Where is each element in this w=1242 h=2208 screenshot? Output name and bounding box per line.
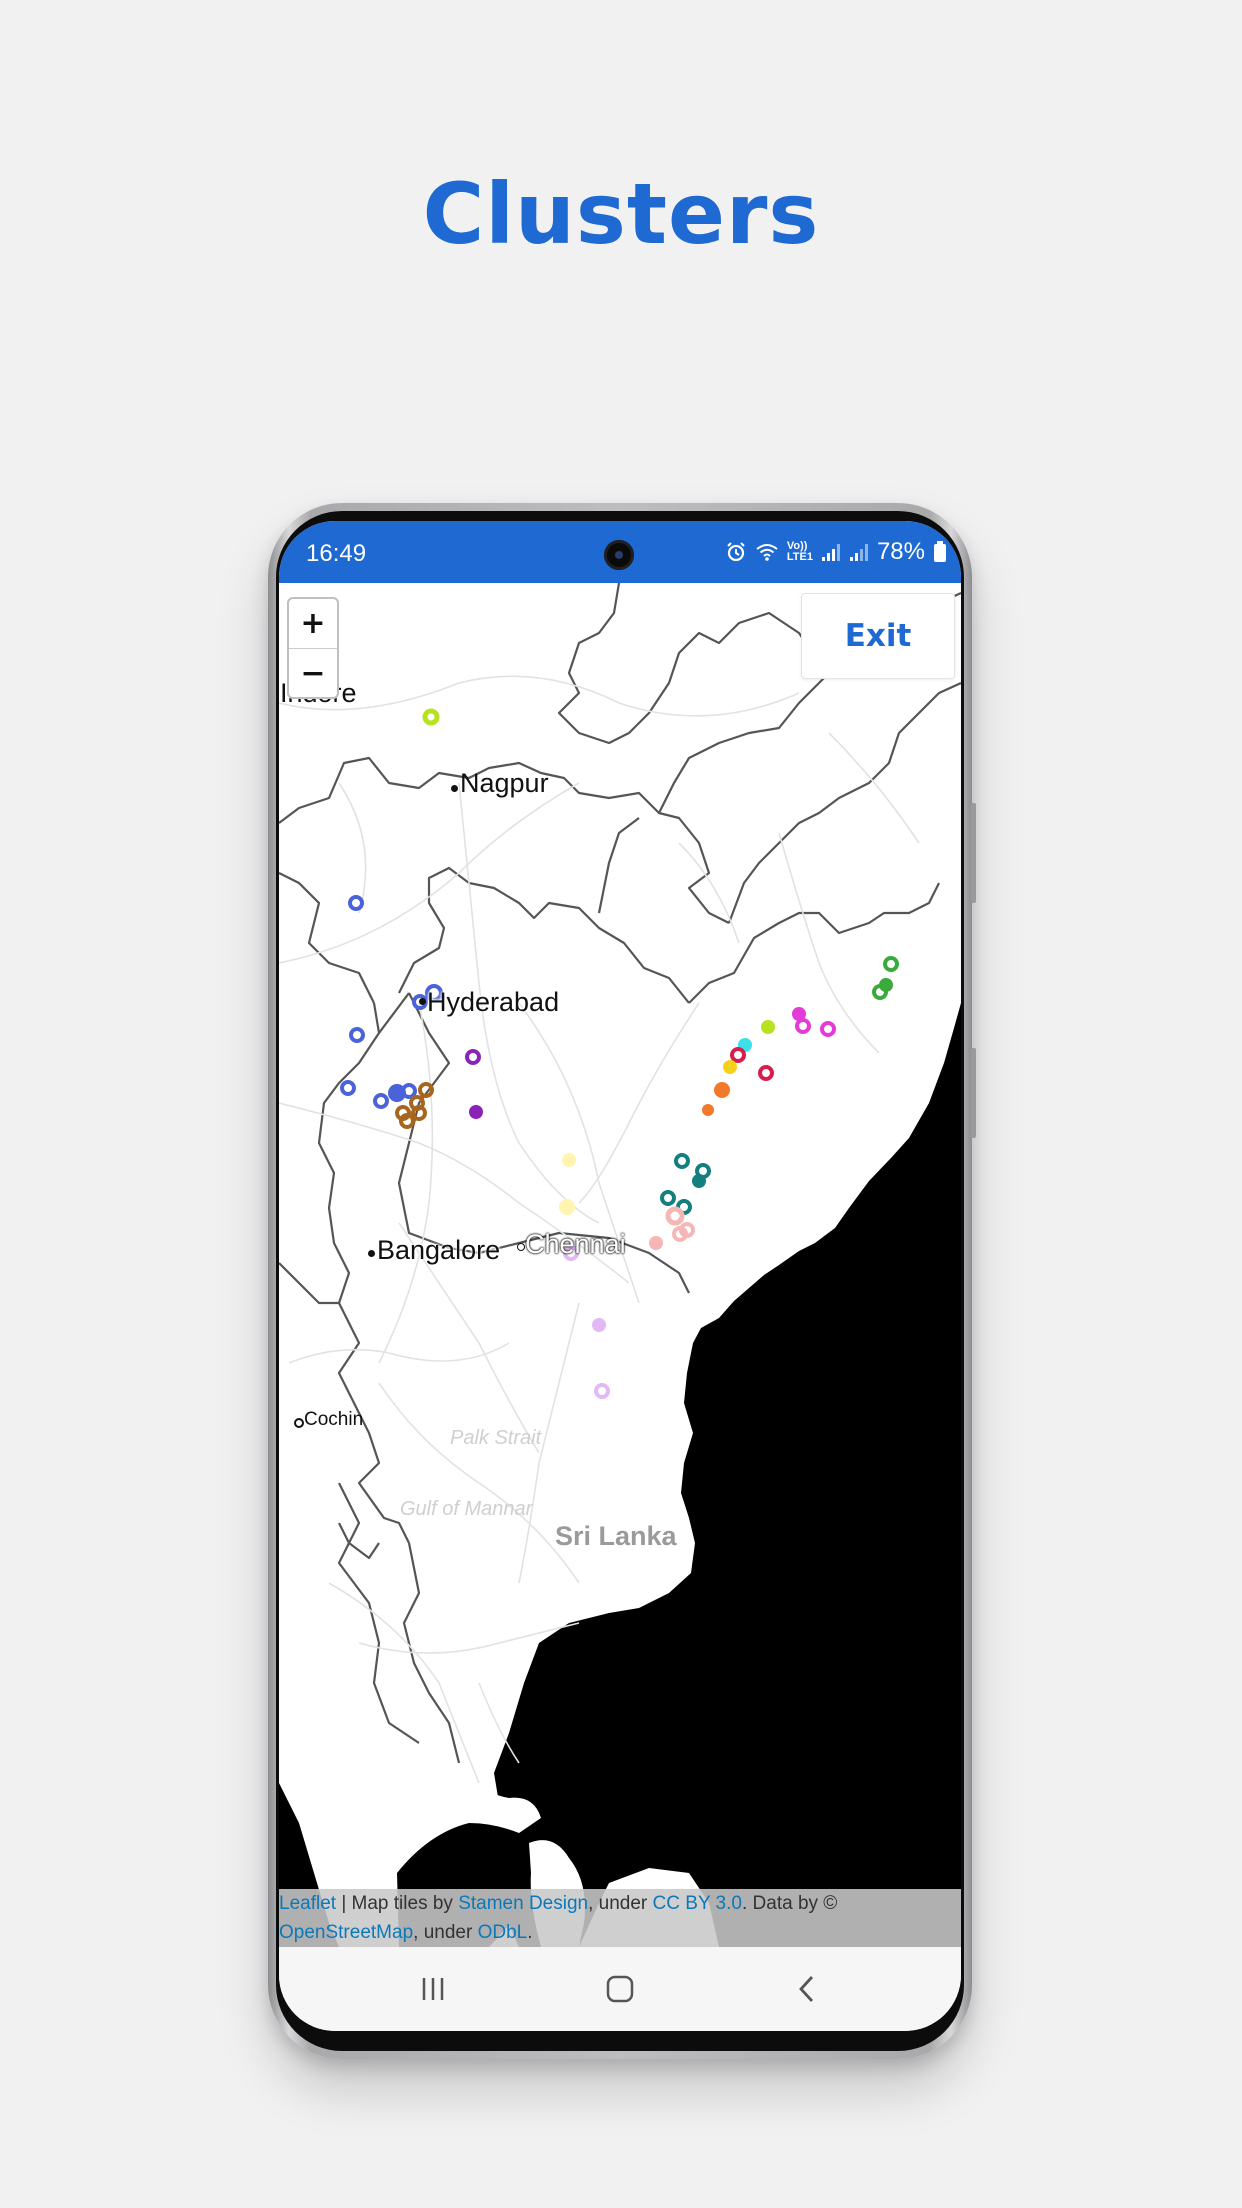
recents-icon[interactable] [403, 1964, 463, 2014]
city-dot-hyderabad [419, 998, 426, 1005]
city-dot-bangalore [368, 1250, 375, 1257]
volte-icon: Vo)) LTE1 [787, 541, 813, 563]
cluster-marker [422, 708, 440, 726]
cluster-marker [730, 1047, 746, 1063]
cluster-marker [872, 984, 888, 1000]
attribution-text: . Data by © [741, 1893, 838, 1914]
city-label-bangalore: Bangalore [377, 1235, 501, 1265]
navigation-bar [279, 1947, 961, 2031]
exit-button[interactable]: Exit [801, 593, 955, 679]
map-attribution: Leaflet | Map tiles by Stamen Design, un… [279, 1889, 961, 1947]
cluster-map[interactable]: Indore Nagpur Hyderabad Bangalore Chenna… [279, 583, 961, 1947]
attribution-text: , under [413, 1922, 478, 1943]
sea-label-gulf-of-mannar: Gulf of Mannar [400, 1498, 533, 1520]
cluster-marker [883, 956, 899, 972]
stamen-link[interactable]: Stamen Design [458, 1893, 588, 1914]
cluster-marker [469, 1105, 483, 1119]
cluster-marker [401, 1083, 417, 1099]
cluster-marker [373, 1093, 389, 1109]
attribution-text: . [527, 1922, 533, 1943]
cluster-marker [418, 1082, 434, 1098]
status-icons: Vo)) LTE1 78% [725, 538, 947, 566]
battery-icon [934, 541, 946, 562]
cluster-marker [465, 1049, 481, 1065]
battery-percent: 78% [876, 538, 925, 565]
signal-icon [849, 544, 868, 561]
cluster-marker [649, 1236, 663, 1250]
zoom-in-button[interactable]: + [289, 599, 337, 649]
city-label-chennai: Chennai [525, 1229, 626, 1259]
cluster-marker [665, 1206, 685, 1226]
country-label-sri-lanka: Sri Lanka [555, 1521, 677, 1551]
attribution-text: , under [588, 1893, 653, 1914]
cluster-marker [820, 1021, 836, 1037]
sea-label-palk-strait: Palk Strait [450, 1427, 542, 1449]
cluster-marker [702, 1104, 714, 1116]
bay-of-bengal [489, 1003, 961, 1947]
zoom-control: + − [287, 597, 339, 699]
phone-frame: 16:49 Vo)) LTE1 78% Nagpur Hyderabad Ban… [268, 503, 976, 2059]
city-label-hyderabad: Hyderabad [427, 987, 560, 1017]
city-dot-cochin [294, 1418, 304, 1428]
wifi-icon [756, 544, 778, 561]
cluster-marker [592, 1318, 606, 1332]
zoom-out-button[interactable]: − [289, 649, 337, 698]
city-dot-nagpur [451, 785, 458, 792]
signal-icon [821, 544, 840, 561]
cluster-marker [795, 1018, 811, 1034]
cluster-marker [399, 1113, 415, 1129]
cluster-marker [349, 1027, 365, 1043]
cluster-marker [562, 1153, 576, 1167]
cluster-marker [672, 1226, 688, 1242]
power-button [971, 1048, 976, 1138]
alarm-icon [727, 542, 745, 562]
attribution-text: | Map tiles by [336, 1893, 459, 1914]
cluster-marker [348, 895, 364, 911]
back-icon[interactable] [777, 1964, 837, 2014]
cluster-marker [723, 1060, 737, 1074]
status-bar: 16:49 Vo)) LTE1 78% [279, 521, 961, 583]
city-label-nagpur: Nagpur [460, 768, 549, 798]
cluster-marker [660, 1190, 676, 1206]
cluster-marker [411, 1105, 427, 1121]
leaflet-link[interactable]: Leaflet [279, 1893, 336, 1914]
page-title: Clusters [422, 165, 820, 263]
osm-link[interactable]: OpenStreetMap [279, 1922, 413, 1943]
cluster-marker [761, 1020, 775, 1034]
cluster-marker [692, 1174, 706, 1188]
status-time: 16:49 [306, 540, 367, 567]
front-camera [604, 540, 634, 570]
phone-screen: 16:49 Vo)) LTE1 78% Nagpur Hyderabad Ban… [279, 521, 961, 2031]
cluster-marker [594, 1383, 610, 1399]
odbl-link[interactable]: ODbL [478, 1922, 528, 1943]
cluster-marker [674, 1153, 690, 1169]
cluster-marker [758, 1065, 774, 1081]
cluster-marker [340, 1080, 356, 1096]
cluster-marker [714, 1082, 730, 1098]
city-dot-chennai [517, 1243, 525, 1251]
ccby-link[interactable]: CC BY 3.0 [653, 1893, 742, 1914]
volume-button [971, 803, 976, 903]
home-icon[interactable] [590, 1964, 650, 2014]
city-label-cochin: Cochin [304, 1409, 364, 1430]
cluster-marker [559, 1199, 575, 1215]
volte-label-bottom: LTE1 [786, 551, 813, 563]
